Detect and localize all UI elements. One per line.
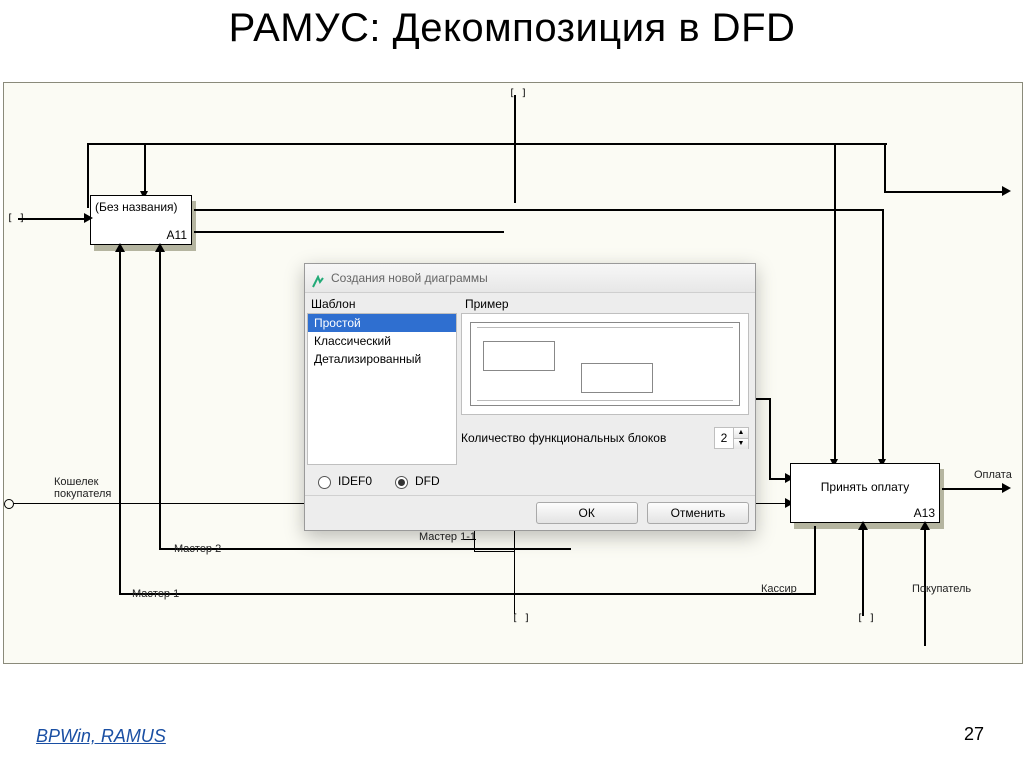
arrow-cashier-up (858, 521, 868, 530)
block-count-spinner[interactable]: 2 ▲ ▼ (714, 427, 749, 449)
radio-idef0-label: IDEF0 (338, 474, 372, 488)
slide-title: РАМУС: Декомпозиция в DFD (0, 6, 1024, 51)
arrow-master2-up (155, 243, 165, 252)
example-preview (461, 313, 749, 415)
radio-idef0[interactable]: IDEF0 (313, 473, 372, 489)
spinner-down-icon[interactable]: ▼ (734, 439, 748, 449)
tunnel-marker-mid: [ ] (512, 613, 530, 624)
new-diagram-dialog: Создания новой диаграммы Шаблон Простой … (304, 263, 756, 531)
arrow-master1-up (115, 243, 125, 252)
template-item-simple[interactable]: Простой (308, 314, 456, 332)
tunnel-marker-a13: [ ] (857, 613, 875, 624)
ramus-logo-icon (311, 271, 325, 285)
block-count-value: 2 (715, 428, 733, 448)
label-master11: Мастер 1-1 (419, 531, 476, 543)
template-list[interactable]: Простой Классический Детализированный (307, 313, 457, 465)
block-count-label: Количество функциональных блоков (461, 431, 666, 445)
arrow-buyer-up (920, 521, 930, 530)
block-a11-name: (Без названия) (95, 200, 178, 214)
arrow-into-a11-left (84, 213, 93, 223)
block-a11[interactable]: (Без названия) A11 (90, 195, 192, 245)
label-master1: Мастер 1 (132, 588, 179, 600)
spinner-up-icon[interactable]: ▲ (734, 428, 748, 439)
tunnel-marker-top: [ ] (509, 88, 527, 99)
arrow-out-payment (1002, 483, 1011, 493)
radio-dfd-label: DFD (415, 474, 440, 488)
block-a13[interactable]: Принять оплату A13 (790, 463, 940, 523)
diagram-canvas: [ ] [ ] [ ] [ ] (Без названия) A11 A12 (3, 82, 1023, 664)
label-master2: Мастер 2 (174, 543, 221, 555)
radio-dfd[interactable]: DFD (390, 473, 440, 489)
label-wallet: Кошелек покупателя (54, 476, 111, 500)
cancel-button[interactable]: Отменить (647, 502, 749, 524)
example-header: Пример (461, 295, 749, 313)
template-header: Шаблон (307, 295, 457, 313)
dialog-titlebar[interactable]: Создания новой диаграммы (305, 264, 755, 293)
ok-button[interactable]: ОК (536, 502, 638, 524)
footer-link[interactable]: BPWin, RAMUS (36, 726, 166, 747)
template-item-detailed[interactable]: Детализированный (308, 350, 456, 368)
page-number: 27 (964, 724, 984, 745)
label-buyer: Покупатель (912, 583, 971, 595)
block-a13-id: A13 (914, 506, 935, 520)
block-a13-name: Принять оплату (791, 480, 939, 494)
arrow-out-top-right (1002, 186, 1011, 196)
label-cashier: Кассир (761, 583, 797, 595)
label-payment: Оплата (974, 469, 1012, 481)
dialog-title: Создания новой диаграммы (331, 264, 488, 292)
template-item-classic[interactable]: Классический (308, 332, 456, 350)
block-a11-id: A11 (167, 228, 187, 242)
